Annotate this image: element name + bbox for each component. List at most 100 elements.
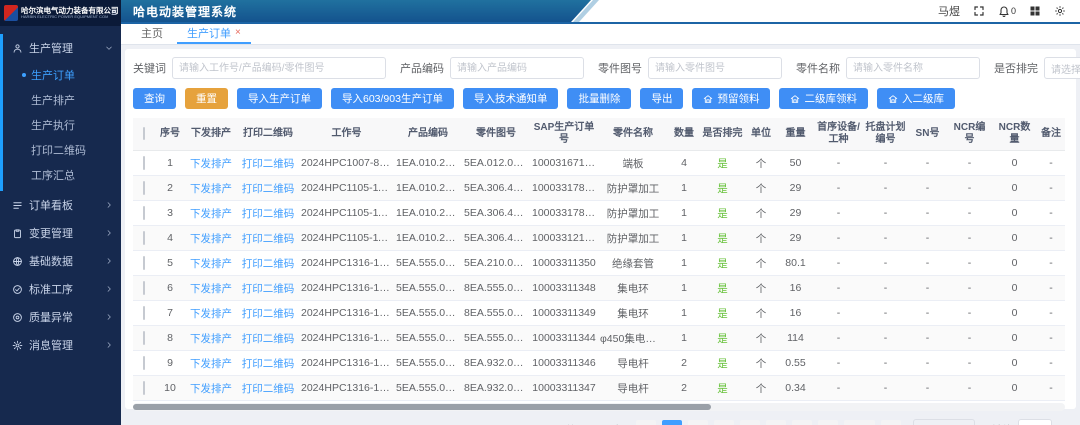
cell-ncr_no: -: [947, 176, 992, 201]
reserve-picking-button[interactable]: 预留领料: [692, 88, 770, 109]
fullscreen-icon[interactable]: [973, 5, 985, 17]
chevron-down-icon: [105, 44, 113, 52]
table-row: 1下发排产打印二维码2024HPC1007-847-11EA.010.21175…: [133, 151, 1065, 176]
apps-grid-icon[interactable]: [1029, 5, 1041, 17]
row-checkbox[interactable]: [143, 231, 145, 245]
row-checkbox[interactable]: [143, 156, 145, 170]
dispatch-link[interactable]: 下发排产: [190, 383, 232, 395]
prev-page-button[interactable]: ‹: [636, 420, 656, 425]
scrollbar-thumb[interactable]: [133, 404, 711, 410]
cell-unit: 个: [745, 151, 777, 176]
print-link[interactable]: 打印二维码: [242, 258, 295, 270]
close-icon[interactable]: ×: [235, 28, 241, 38]
chevron-right-icon: [105, 341, 113, 349]
cell-product_code: 5EA.555.0312: [394, 251, 462, 276]
row-checkbox[interactable]: [143, 331, 145, 345]
row-checkbox[interactable]: [143, 306, 145, 320]
sidebar-item-base-data[interactable]: 基础数据: [3, 247, 121, 275]
search-button[interactable]: 查询: [133, 88, 176, 109]
print-link[interactable]: 打印二维码: [242, 283, 295, 295]
tab-production-order[interactable]: 生产订单×: [177, 25, 251, 44]
warehouse-icon: [888, 94, 898, 104]
page-size-select[interactable]: 10条/页: [913, 419, 975, 425]
sidebar-item-production-management[interactable]: 生产管理: [3, 34, 121, 62]
page-button-2[interactable]: 2: [688, 420, 708, 425]
cell-index: 1: [155, 151, 185, 176]
select-all-checkbox[interactable]: [143, 127, 145, 140]
into-secondary-store-button[interactable]: 入二级库: [877, 88, 955, 109]
dispatch-link[interactable]: 下发排产: [190, 258, 232, 270]
page-button-6[interactable]: 6: [792, 420, 812, 425]
secondary-store-picking-button[interactable]: 二级库领料: [779, 88, 868, 109]
print-link[interactable]: 打印二维码: [242, 158, 295, 170]
page-ellipsis[interactable]: •••: [818, 420, 838, 425]
dispatch-link[interactable]: 下发排产: [190, 158, 232, 170]
row-checkbox[interactable]: [143, 381, 145, 395]
sidebar-subitem-process-summary[interactable]: 工序汇总: [3, 162, 121, 187]
print-link[interactable]: 打印二维码: [242, 308, 295, 320]
import-603-903-order-button[interactable]: 导入603/903生产订单: [331, 88, 454, 109]
next-page-button[interactable]: ›: [881, 420, 901, 425]
page-button-3[interactable]: 3: [714, 420, 734, 425]
filter-label-part-name: 零件名称: [796, 60, 840, 76]
sidebar-subitem-print-qrcode[interactable]: 打印二维码: [3, 137, 121, 162]
dispatch-link[interactable]: 下发排产: [190, 183, 232, 195]
page-button-4[interactable]: 4: [740, 420, 760, 425]
column-header-job_no: 工作号: [299, 118, 394, 151]
company-name: 哈尔滨电气动力装备有限公司: [21, 7, 108, 15]
notifications-button[interactable]: 0: [998, 5, 1016, 17]
sidebar-item-message-management[interactable]: 消息管理: [3, 331, 121, 359]
header-actions: 马煜 0: [938, 3, 1080, 19]
part-drawing-no-input[interactable]: [648, 57, 782, 79]
row-checkbox[interactable]: [143, 181, 145, 195]
reset-button[interactable]: 重置: [185, 88, 228, 109]
cell-print: 打印二维码: [237, 226, 299, 251]
print-link[interactable]: 打印二维码: [242, 233, 295, 245]
part-name-input[interactable]: [846, 57, 980, 79]
row-checkbox[interactable]: [143, 281, 145, 295]
print-link[interactable]: 打印二维码: [242, 383, 295, 395]
row-checkbox[interactable]: [143, 356, 145, 370]
cell-weight: 29: [777, 176, 814, 201]
keyword-input[interactable]: [172, 57, 386, 79]
sidebar-item-change-management[interactable]: 变更管理: [3, 219, 121, 247]
cell-part_drawing_no: 5EA.306.4887: [462, 201, 530, 226]
collapse-sidebar-icon[interactable]: ≡: [111, 8, 117, 19]
print-link[interactable]: 打印二维码: [242, 208, 295, 220]
dispatch-link[interactable]: 下发排产: [190, 283, 232, 295]
goto-page-input[interactable]: [1018, 419, 1052, 425]
cell-index: 4: [155, 226, 185, 251]
cell-sn_no: -: [908, 176, 947, 201]
gear-icon[interactable]: [1054, 5, 1066, 17]
page-button-5[interactable]: 5: [766, 420, 786, 425]
tab-home[interactable]: 主页: [131, 25, 173, 44]
sidebar-item-order-board[interactable]: 订单看板: [3, 191, 121, 219]
batch-delete-button[interactable]: 批量删除: [567, 88, 631, 109]
sidebar-item-standard-process[interactable]: 标准工序: [3, 275, 121, 303]
schedule-status-select[interactable]: 请选择是否排完: [1044, 57, 1080, 79]
page-button-1[interactable]: 1: [662, 420, 682, 425]
print-link[interactable]: 打印二维码: [242, 183, 295, 195]
print-link[interactable]: 打印二维码: [242, 358, 295, 370]
dispatch-link[interactable]: 下发排产: [190, 208, 232, 220]
product-code-input[interactable]: [450, 57, 584, 79]
user-name[interactable]: 马煜: [938, 3, 960, 19]
sidebar-subitem-production-order[interactable]: 生产订单: [3, 62, 121, 87]
cell-part_drawing_no: 5EA.210.0032: [462, 251, 530, 276]
sidebar-subitem-production-execution[interactable]: 生产执行: [3, 112, 121, 137]
row-checkbox[interactable]: [143, 256, 145, 270]
sidebar-item-quality-exception[interactable]: 质量异常: [3, 303, 121, 331]
cell-pallet_plan_no: -: [863, 176, 908, 201]
row-checkbox[interactable]: [143, 206, 145, 220]
print-link[interactable]: 打印二维码: [242, 333, 295, 345]
import-production-order-button[interactable]: 导入生产订单: [237, 88, 322, 109]
page-button-3699[interactable]: 3699: [844, 420, 875, 425]
dispatch-link[interactable]: 下发排产: [190, 308, 232, 320]
dispatch-link[interactable]: 下发排产: [190, 333, 232, 345]
import-tech-notice-button[interactable]: 导入技术通知单: [463, 88, 559, 109]
sidebar-subitem-production-scheduling[interactable]: 生产排产: [3, 87, 121, 112]
dispatch-link[interactable]: 下发排产: [190, 233, 232, 245]
export-button[interactable]: 导出: [640, 88, 683, 109]
dispatch-link[interactable]: 下发排产: [190, 358, 232, 370]
cell-qty: 2: [668, 376, 700, 401]
